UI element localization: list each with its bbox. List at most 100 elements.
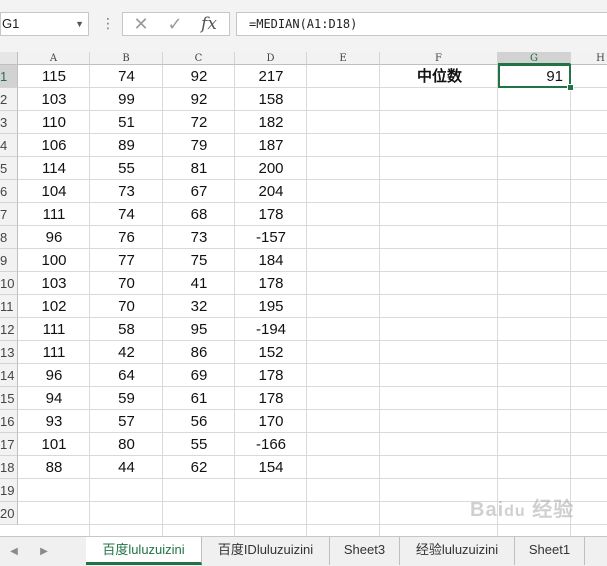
cell-c12[interactable]: 95	[163, 318, 235, 341]
cell-b16[interactable]: 57	[90, 410, 163, 433]
cell-a5[interactable]: 114	[18, 157, 90, 180]
row-header-4[interactable]: 4	[0, 134, 18, 157]
row-header-5[interactable]: 5	[0, 157, 18, 180]
cell-c16[interactable]: 56	[163, 410, 235, 433]
cell-b14[interactable]: 64	[90, 364, 163, 387]
cell-b9[interactable]: 77	[90, 249, 163, 272]
cell-d9[interactable]: 184	[235, 249, 307, 272]
cell-a3[interactable]: 110	[18, 111, 90, 134]
select-all-corner[interactable]	[0, 52, 18, 65]
cell-c6[interactable]: 67	[163, 180, 235, 203]
cell-c15[interactable]: 61	[163, 387, 235, 410]
row-header-10[interactable]: 10	[0, 272, 18, 295]
column-header-e[interactable]: E	[307, 52, 380, 65]
cell-b17[interactable]: 80	[90, 433, 163, 456]
column-header-h[interactable]: H	[571, 52, 607, 65]
row-header-1[interactable]: 1	[0, 65, 18, 88]
cell-c17[interactable]: 55	[163, 433, 235, 456]
cell-a2[interactable]: 103	[18, 88, 90, 111]
check-icon[interactable]: ✓	[161, 13, 189, 35]
cell-c13[interactable]: 86	[163, 341, 235, 364]
cell-b5[interactable]: 55	[90, 157, 163, 180]
cell-d12[interactable]: -194	[235, 318, 307, 341]
cell-c7[interactable]: 68	[163, 203, 235, 226]
cell-a6[interactable]: 104	[18, 180, 90, 203]
cell-b12[interactable]: 58	[90, 318, 163, 341]
cell-a11[interactable]: 102	[18, 295, 90, 318]
more-options-icon[interactable]: ⋮	[101, 13, 115, 33]
cell-a17[interactable]: 101	[18, 433, 90, 456]
formula-input[interactable]: =MEDIAN(A1:D18)	[236, 12, 607, 36]
spreadsheet-grid[interactable]: A B C D E F G H 1 2 3 4 5 6 7 8 9 10 11 12 13 14 15 16 17 18 19 20 1…	[0, 52, 607, 536]
cell-b1[interactable]: 74	[90, 65, 163, 88]
row-header-15[interactable]: 15	[0, 387, 18, 410]
cell-d10[interactable]: 178	[235, 272, 307, 295]
cell-d15[interactable]: 178	[235, 387, 307, 410]
cell-c14[interactable]: 69	[163, 364, 235, 387]
cell-a10[interactable]: 103	[18, 272, 90, 295]
cell-d4[interactable]: 187	[235, 134, 307, 157]
chevron-down-icon[interactable]: ▼	[75, 13, 84, 35]
median-result-cell[interactable]: 91	[498, 64, 571, 88]
cell-c4[interactable]: 79	[163, 134, 235, 157]
cell-b13[interactable]: 42	[90, 341, 163, 364]
cell-d11[interactable]: 195	[235, 295, 307, 318]
cell-d18[interactable]: 154	[235, 456, 307, 479]
row-header-16[interactable]: 16	[0, 410, 18, 433]
median-label-cell[interactable]: 中位数	[380, 65, 499, 88]
cell-d8[interactable]: -157	[235, 226, 307, 249]
cell-d1[interactable]: 217	[235, 65, 307, 88]
sheet-tab-4[interactable]: 经验luluzuizini	[400, 537, 515, 565]
cell-c3[interactable]: 72	[163, 111, 235, 134]
chevron-right-icon[interactable]: ▶	[34, 537, 54, 566]
cell-b8[interactable]: 76	[90, 226, 163, 249]
cell-b6[interactable]: 73	[90, 180, 163, 203]
column-header-a[interactable]: A	[18, 52, 90, 65]
row-header-8[interactable]: 8	[0, 226, 18, 249]
row-header-11[interactable]: 11	[0, 295, 18, 318]
cell-b3[interactable]: 51	[90, 111, 163, 134]
cell-d5[interactable]: 200	[235, 157, 307, 180]
cell-c5[interactable]: 81	[163, 157, 235, 180]
row-header-6[interactable]: 6	[0, 180, 18, 203]
cell-a16[interactable]: 93	[18, 410, 90, 433]
cell-b18[interactable]: 44	[90, 456, 163, 479]
cell-d14[interactable]: 178	[235, 364, 307, 387]
cell-a8[interactable]: 96	[18, 226, 90, 249]
cell-d6[interactable]: 204	[235, 180, 307, 203]
cell-d13[interactable]: 152	[235, 341, 307, 364]
row-header-20[interactable]: 20	[0, 502, 18, 525]
cell-d3[interactable]: 182	[235, 111, 307, 134]
row-header-18[interactable]: 18	[0, 456, 18, 479]
column-header-d[interactable]: D	[235, 52, 307, 65]
cell-b4[interactable]: 89	[90, 134, 163, 157]
cell-c18[interactable]: 62	[163, 456, 235, 479]
sheet-tab-1[interactable]: 百度luluzuizini	[86, 537, 202, 565]
row-header-19[interactable]: 19	[0, 479, 18, 502]
cell-c2[interactable]: 92	[163, 88, 235, 111]
column-header-f[interactable]: F	[380, 52, 498, 65]
cell-d17[interactable]: -166	[235, 433, 307, 456]
row-header-17[interactable]: 17	[0, 433, 18, 456]
row-header-14[interactable]: 14	[0, 364, 18, 387]
cell-b10[interactable]: 70	[90, 272, 163, 295]
insert-function-icon[interactable]: fx	[195, 13, 223, 35]
cell-a9[interactable]: 100	[18, 249, 90, 272]
cell-c9[interactable]: 75	[163, 249, 235, 272]
cell-c10[interactable]: 41	[163, 272, 235, 295]
row-header-13[interactable]: 13	[0, 341, 18, 364]
cell-c1[interactable]: 92	[163, 65, 235, 88]
cell-a4[interactable]: 106	[18, 134, 90, 157]
cell-c8[interactable]: 73	[163, 226, 235, 249]
fill-handle[interactable]	[567, 84, 574, 91]
cell-d2[interactable]: 158	[235, 88, 307, 111]
column-header-c[interactable]: C	[163, 52, 235, 65]
cell-a12[interactable]: 111	[18, 318, 90, 341]
sheet-tab-3[interactable]: Sheet3	[330, 537, 400, 565]
row-header-9[interactable]: 9	[0, 249, 18, 272]
sheet-tab-5[interactable]: Sheet1	[515, 537, 585, 565]
chevron-left-icon[interactable]: ◀	[4, 537, 24, 566]
cell-b7[interactable]: 74	[90, 203, 163, 226]
cancel-icon[interactable]: ✕	[127, 13, 155, 35]
row-header-7[interactable]: 7	[0, 203, 18, 226]
